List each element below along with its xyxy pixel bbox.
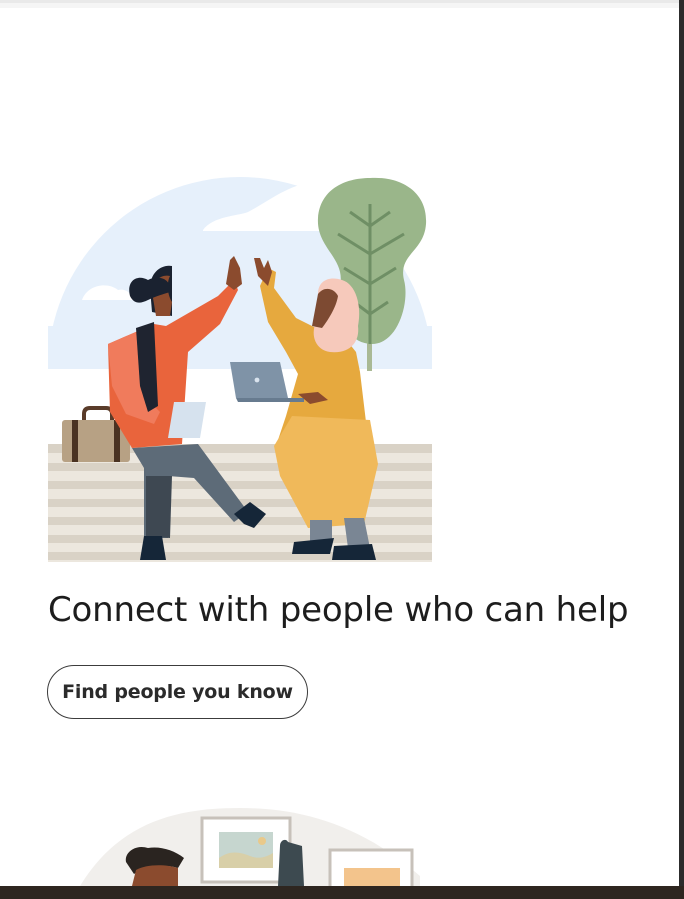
high-five-illustration bbox=[48, 176, 432, 562]
card-headline: Connect with people who can help bbox=[48, 590, 629, 630]
window-right-border bbox=[679, 0, 684, 899]
find-people-button[interactable]: Find people you know bbox=[47, 665, 308, 719]
bottom-bar bbox=[0, 886, 684, 899]
desk-illustration bbox=[80, 806, 420, 886]
window-top-strip bbox=[0, 0, 684, 8]
